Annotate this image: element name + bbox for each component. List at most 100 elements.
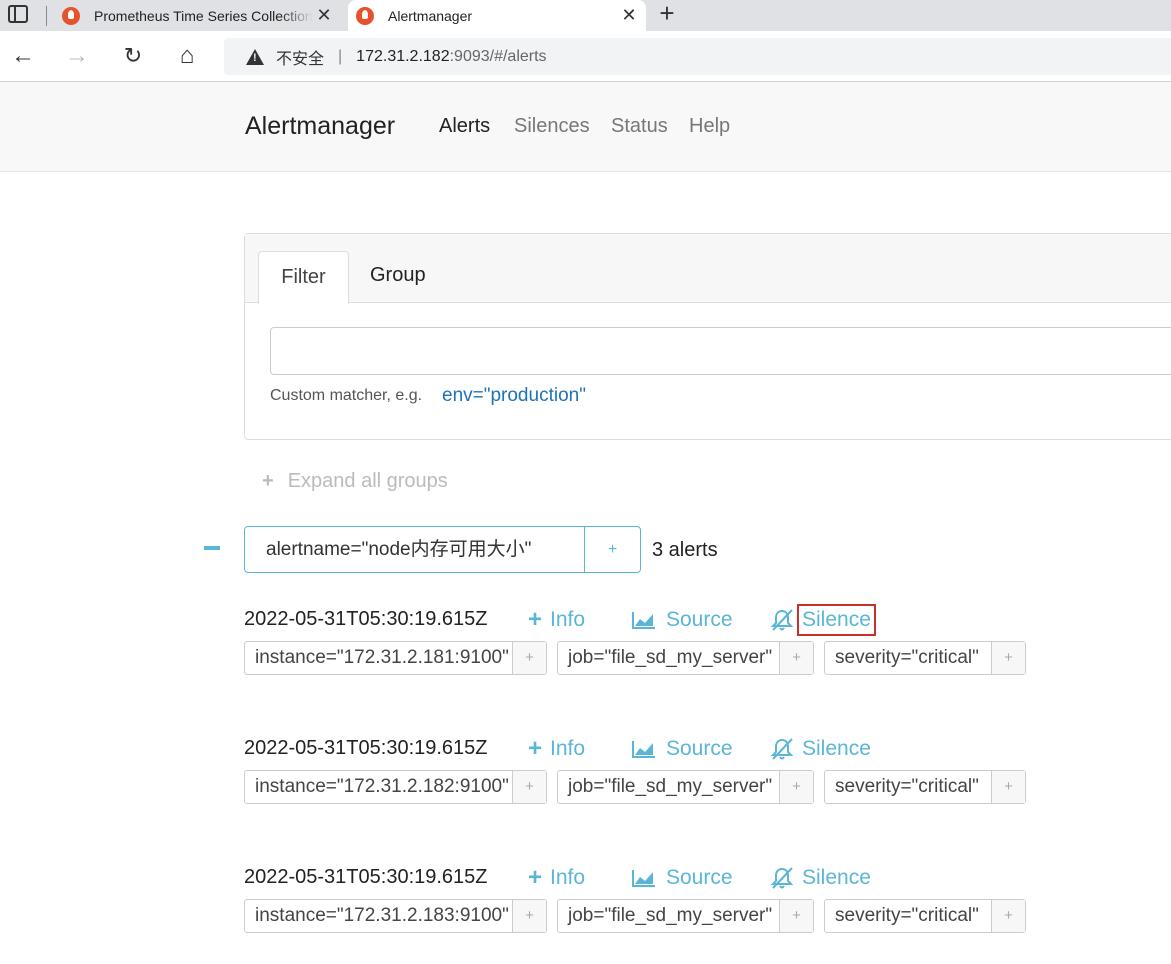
alert-count: 3 alerts — [652, 539, 718, 561]
tab-filter[interactable]: Filter — [258, 251, 349, 304]
label-severity[interactable]: severity="critical" + — [824, 899, 1026, 933]
forward-arrow-icon[interactable]: → — [62, 41, 92, 71]
source-label: Source — [666, 866, 733, 889]
new-tab-button[interactable]: + — [654, 0, 680, 31]
label-add-button[interactable]: + — [991, 642, 1025, 674]
close-tab-icon[interactable]: ✕ — [618, 5, 640, 26]
bell-slash-icon — [770, 609, 794, 631]
browser-tab-alertmanager[interactable]: Alertmanager ✕ — [348, 0, 646, 31]
label-text[interactable]: instance="172.31.2.181:9100" — [245, 642, 512, 674]
prometheus-favicon-icon — [356, 6, 374, 25]
label-instance[interactable]: instance="172.31.2.181:9100" + — [244, 641, 547, 675]
plus-icon: + — [528, 606, 543, 633]
alert-timestamp: 2022-05-31T05:30:19.615Z — [244, 866, 488, 888]
alert-labels: instance="172.31.2.181:9100" + job="file_… — [244, 641, 1036, 675]
label-job[interactable]: job="file_sd_my_server" + — [557, 899, 814, 933]
url-field[interactable]: 不安全 | 172.31.2.182 :9093/#/alerts — [224, 38, 1171, 75]
info-button[interactable]: + Info — [528, 737, 585, 761]
label-text[interactable]: severity="critical" — [825, 642, 991, 674]
brand-logo[interactable]: Alertmanager — [245, 112, 395, 141]
prometheus-favicon-icon — [62, 6, 80, 25]
alert-labels: instance="172.31.2.183:9100" + job="file_… — [244, 899, 1036, 933]
label-text[interactable]: instance="172.31.2.183:9100" — [245, 900, 512, 932]
label-instance[interactable]: instance="172.31.2.183:9100" + — [244, 899, 547, 933]
label-text[interactable]: severity="critical" — [825, 771, 991, 803]
nav-silences[interactable]: Silences — [514, 115, 590, 138]
info-label: Info — [550, 608, 586, 631]
home-icon[interactable]: ⌂ — [172, 41, 202, 71]
card-header: Filter Group — [245, 234, 1171, 304]
alert-item: 2022-05-31T05:30:19.615Z + Info Source Si… — [244, 866, 1144, 956]
source-label: Source — [666, 608, 733, 631]
area-chart-icon — [632, 870, 655, 887]
label-add-button[interactable]: + — [779, 642, 813, 674]
label-add-button[interactable]: + — [512, 642, 546, 674]
label-text[interactable]: job="file_sd_my_server" — [558, 900, 779, 932]
alert-item: 2022-05-31T05:30:19.615Z + Info Source Si… — [244, 737, 1144, 827]
info-label: Info — [550, 866, 586, 889]
label-severity[interactable]: severity="critical" + — [824, 641, 1026, 675]
group-label[interactable]: alertname="node内存可用大小" — [245, 527, 585, 572]
silence-label: Silence — [802, 737, 871, 760]
silence-label: Silence — [802, 866, 871, 889]
filter-card: Filter Group Custom matcher, e.g. env="p… — [244, 233, 1171, 440]
bell-slash-icon — [770, 867, 794, 889]
tab-title: Prometheus Time Series Collection and Pr… — [94, 7, 313, 24]
label-severity[interactable]: severity="critical" + — [824, 770, 1026, 804]
label-add-button[interactable]: + — [512, 771, 546, 803]
collapse-group-icon[interactable] — [204, 546, 220, 550]
silence-button[interactable]: Silence — [770, 737, 871, 761]
label-job[interactable]: job="file_sd_my_server" + — [557, 641, 814, 675]
label-add-button[interactable]: + — [779, 900, 813, 932]
tab-title: Alertmanager — [388, 7, 473, 24]
alert-timestamp: 2022-05-31T05:30:19.615Z — [244, 608, 488, 630]
alert-timestamp: 2022-05-31T05:30:19.615Z — [244, 737, 488, 759]
alert-item: 2022-05-31T05:30:19.615Z + Info Source Si… — [244, 604, 1144, 698]
silence-label: Silence — [797, 604, 876, 636]
matcher-hint: Custom matcher, e.g. — [270, 387, 423, 404]
label-add-button[interactable]: + — [512, 900, 546, 932]
label-job[interactable]: job="file_sd_my_server" + — [557, 770, 814, 804]
filter-input[interactable] — [270, 327, 1171, 375]
label-add-button[interactable]: + — [991, 771, 1025, 803]
browser-tab-prometheus[interactable]: Prometheus Time Series Collection and Pr… — [54, 0, 341, 31]
label-add-button[interactable]: + — [991, 900, 1025, 932]
label-text[interactable]: job="file_sd_my_server" — [558, 771, 779, 803]
bell-slash-icon — [770, 738, 794, 760]
app-navbar: Alertmanager Alerts Silences Status Help — [0, 82, 1171, 172]
security-status[interactable]: 不安全 — [276, 45, 324, 69]
plus-icon: + — [528, 735, 543, 762]
silence-button[interactable]: Silence — [770, 604, 876, 636]
expand-all-groups-button[interactable]: + Expand all groups — [262, 470, 448, 493]
label-text[interactable]: severity="critical" — [825, 900, 991, 932]
silence-button[interactable]: Silence — [770, 866, 871, 890]
label-text[interactable]: job="file_sd_my_server" — [558, 642, 779, 674]
tab-actions-icon[interactable] — [8, 5, 28, 23]
matcher-example: env="production" — [442, 385, 586, 406]
url-divider: | — [338, 47, 343, 65]
label-text[interactable]: instance="172.31.2.182:9100" — [245, 771, 512, 803]
info-label: Info — [550, 737, 586, 760]
expand-all-label: Expand all groups — [287, 470, 448, 492]
source-button[interactable]: Source — [632, 866, 733, 890]
info-button[interactable]: + Info — [528, 608, 585, 632]
source-button[interactable]: Source — [632, 608, 733, 632]
nav-help[interactable]: Help — [689, 115, 730, 138]
plus-icon: + — [528, 864, 543, 891]
warning-icon[interactable] — [246, 48, 264, 65]
tab-group[interactable]: Group — [370, 264, 426, 287]
nav-alerts[interactable]: Alerts — [439, 115, 490, 138]
back-arrow-icon[interactable]: ← — [8, 41, 38, 71]
close-tab-icon[interactable]: ✕ — [313, 5, 335, 26]
reload-icon[interactable]: ↻ — [118, 41, 148, 71]
url-host: 172.31.2.182 — [356, 47, 450, 65]
label-add-button[interactable]: + — [779, 771, 813, 803]
label-instance[interactable]: instance="172.31.2.182:9100" + — [244, 770, 547, 804]
nav-status[interactable]: Status — [611, 115, 668, 138]
browser-tab-strip: Prometheus Time Series Collection and Pr… — [0, 0, 1171, 31]
group-add-filter-button[interactable]: + — [585, 527, 640, 572]
tab-separator — [46, 6, 47, 26]
area-chart-icon — [632, 741, 655, 758]
source-button[interactable]: Source — [632, 737, 733, 761]
info-button[interactable]: + Info — [528, 866, 585, 890]
